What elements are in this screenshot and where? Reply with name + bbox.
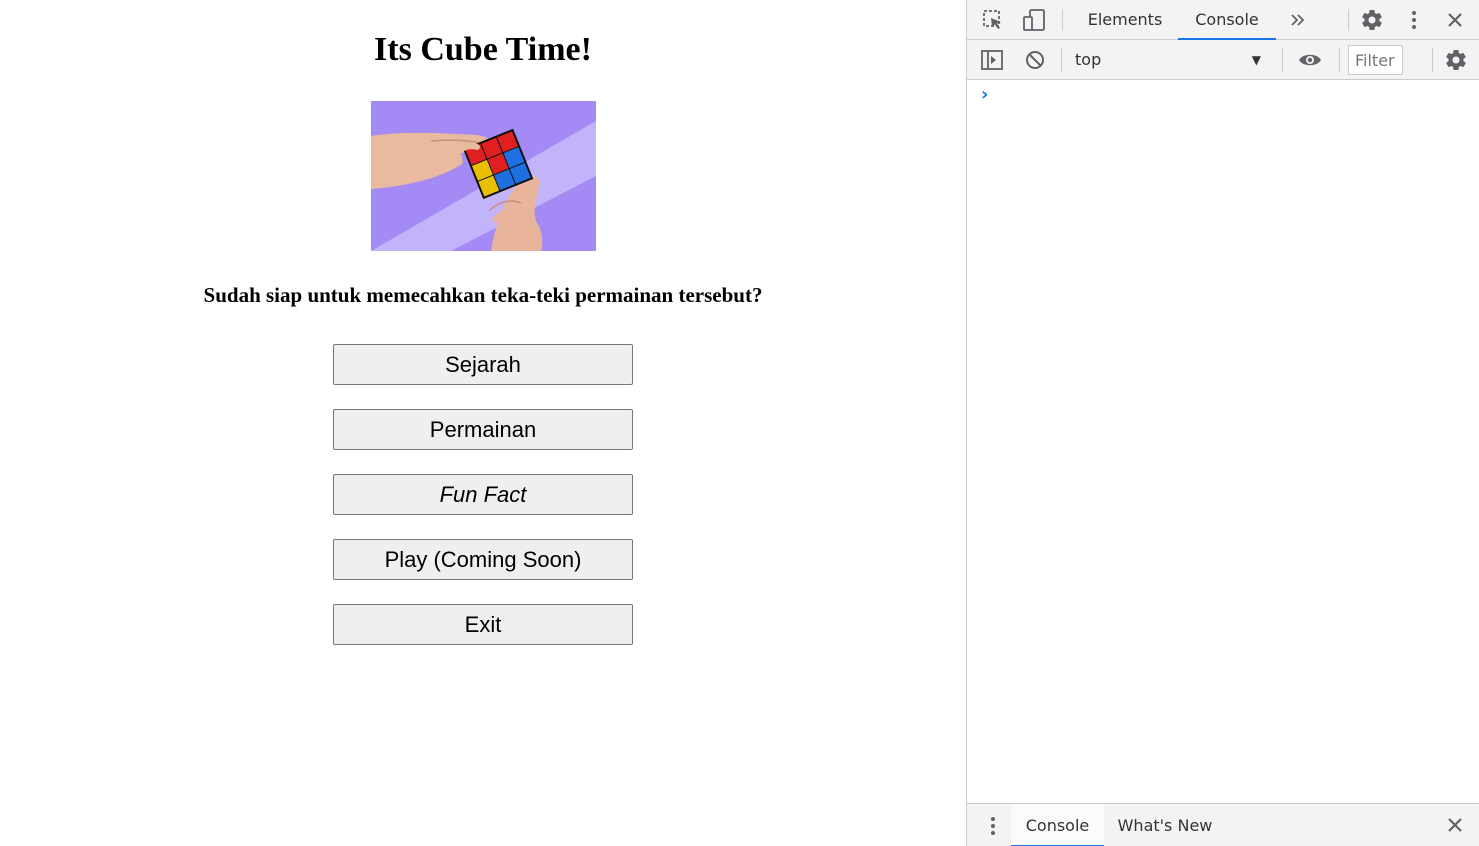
play-button[interactable]: Play (Coming Soon): [333, 539, 633, 580]
exit-button[interactable]: Exit: [333, 604, 633, 645]
permainan-button[interactable]: Permainan: [333, 409, 633, 450]
console-settings-icon[interactable]: [1444, 48, 1468, 72]
toolbar-separator: [1282, 48, 1283, 72]
console-prompt[interactable]: ›: [981, 84, 988, 105]
sidebar-toggle-icon[interactable]: [980, 49, 1004, 71]
toolbar-separator: [1432, 48, 1433, 72]
toolbar-separator: [1348, 9, 1349, 31]
rubiks-cube-image: [371, 101, 596, 251]
page-title: Its Cube Time!: [374, 31, 592, 68]
clear-console-icon[interactable]: [1024, 49, 1046, 71]
context-select[interactable]: top ▼: [1065, 47, 1275, 73]
inspect-element-icon[interactable]: [982, 9, 1004, 31]
drawer-tab-console[interactable]: Console: [1011, 804, 1104, 846]
console-toolbar: top ▼: [967, 40, 1479, 80]
drawer-menu-icon[interactable]: [983, 815, 1003, 837]
settings-icon[interactable]: [1360, 8, 1384, 32]
context-select-value: top: [1075, 50, 1102, 69]
devtools-tabbar: Elements Console: [967, 0, 1479, 40]
fun-fact-button[interactable]: Fun Fact: [333, 474, 633, 515]
toolbar-separator: [1062, 9, 1063, 31]
web-page: Its Cube Time! Sudah siap untuk memecahk…: [0, 0, 966, 846]
more-tabs-icon[interactable]: [1289, 11, 1307, 29]
devtools-panel: Elements Console top ▼ Filter › Console …: [966, 0, 1479, 846]
toolbar-separator: [1339, 48, 1340, 72]
hero-image: [371, 101, 596, 251]
device-toolbar-icon[interactable]: [1022, 8, 1046, 32]
filter-input[interactable]: [1348, 45, 1403, 75]
page-subtitle: Sudah siap untuk memecahkan teka-teki pe…: [203, 283, 763, 307]
drawer-tab-whats-new[interactable]: What's New: [1110, 804, 1220, 846]
sejarah-button[interactable]: Sejarah: [333, 344, 633, 385]
drawer-tabbar: Console What's New: [967, 803, 1479, 846]
close-icon[interactable]: [1445, 10, 1465, 30]
tab-elements[interactable]: Elements: [1079, 0, 1171, 40]
tab-console[interactable]: Console: [1178, 0, 1276, 40]
drawer-close-icon[interactable]: [1445, 815, 1465, 835]
toolbar-separator: [1061, 48, 1062, 72]
dropdown-arrow-icon: ▼: [1251, 53, 1261, 67]
eye-icon[interactable]: [1297, 49, 1323, 71]
kebab-menu-icon[interactable]: [1404, 9, 1424, 31]
